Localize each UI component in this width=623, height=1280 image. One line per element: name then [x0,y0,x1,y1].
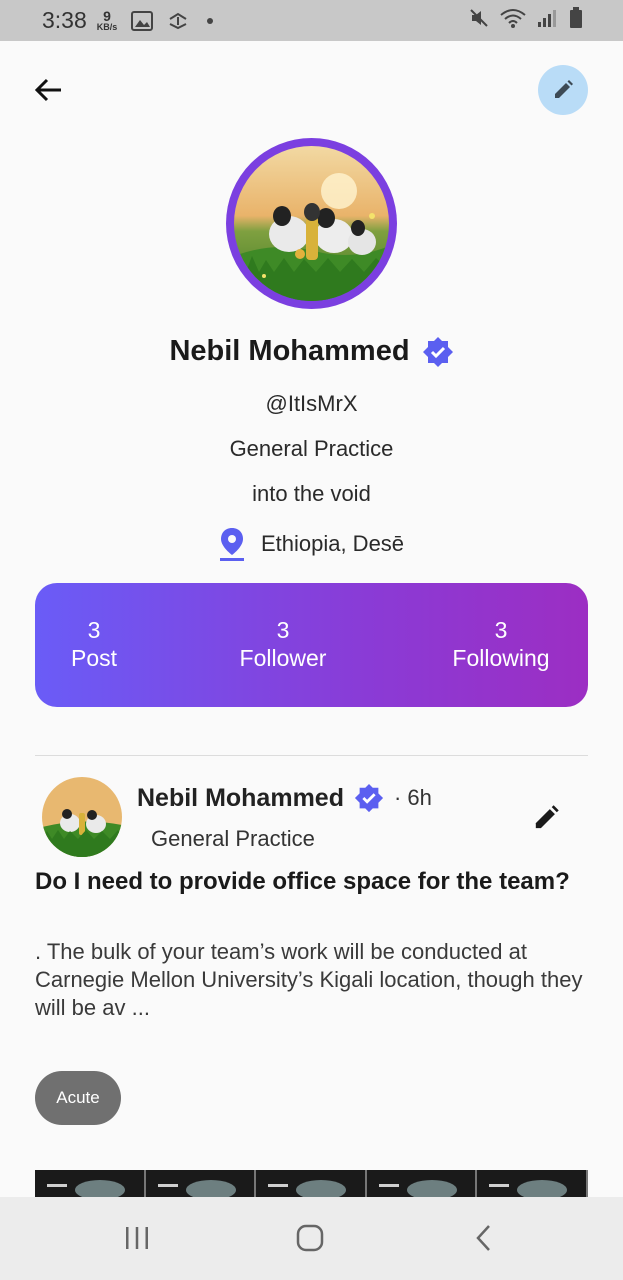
status-time: 3:38 [42,7,87,33]
stat-posts[interactable]: 3 Post [35,617,153,672]
post-image[interactable] [35,1170,588,1197]
recent-apps-icon [126,1227,148,1249]
image-frame [256,1170,367,1197]
location-pin-icon [219,528,244,561]
location-text: Ethiopia, Desē [260,531,405,556]
post-author-avatar[interactable] [42,777,122,857]
recent-apps-button[interactable] [117,1221,157,1255]
post-time: · 6h [393,785,432,810]
image-frame [367,1170,478,1197]
stat-following-label: Following [452,644,550,671]
pencil-icon [555,80,573,98]
signal-icon [537,8,559,33]
image-frame [477,1170,588,1197]
post-header: Nebil Mohammed · 6h [137,783,432,813]
post-tag-chip[interactable]: Acute [35,1071,121,1125]
network-speed-value: 9 [103,8,111,25]
network-speed: 9 KB/s [96,8,118,32]
stat-followers-count: 3 [276,617,290,643]
battery-icon [569,7,583,34]
status-right-icons [469,7,583,34]
stat-posts-count: 3 [87,617,101,643]
stat-followers[interactable]: 3 Follower [213,617,353,672]
profile-bio: into the void [252,481,371,506]
avatar-image [234,146,389,301]
network-speed-unit: KB/s [96,21,118,32]
image-frame [146,1170,257,1197]
nav-back-button[interactable] [464,1221,504,1255]
stat-following[interactable]: 3 Following [433,617,569,672]
gallery-icon [131,10,154,31]
arrow-left-icon [34,78,61,102]
chevron-left-icon [476,1225,490,1251]
verified-badge-icon [422,336,453,367]
home-icon [296,1224,324,1252]
profile-name-row: Nebil Mohammed [0,335,623,368]
home-button[interactable] [290,1221,330,1255]
profile-specialty: General Practice [229,436,394,461]
profile-avatar[interactable] [226,138,397,309]
post-author-name[interactable]: Nebil Mohammed [137,784,344,813]
post-title[interactable]: Do I need to provide office space for th… [35,866,588,897]
profile-location: Ethiopia, Desē [0,527,623,561]
section-divider [35,755,588,756]
profile-name: Nebil Mohammed [169,335,410,367]
stats-card: 3 Post 3 Follower 3 Following [35,583,588,707]
verified-badge-icon [354,783,384,813]
system-nav-bar [0,1197,623,1280]
mute-icon [469,8,489,33]
post-author-specialty: General Practice [151,826,315,851]
status-bar: 3:38 9 KB/s [0,0,623,41]
wifi-icon [499,8,527,33]
sync-icon [167,11,189,31]
image-frame [35,1170,146,1197]
notification-dot-icon [207,17,214,24]
profile-handle: @ItIsMrX [265,391,358,416]
pencil-icon [535,805,559,829]
back-button[interactable] [30,72,66,108]
stat-followers-label: Follower [239,644,327,671]
edit-profile-button[interactable] [538,65,588,115]
post-body[interactable]: . The bulk of your team’s work will be c… [35,938,595,1022]
stat-posts-label: Post [70,644,118,671]
edit-post-button[interactable] [528,800,564,836]
stat-following-count: 3 [494,617,508,643]
